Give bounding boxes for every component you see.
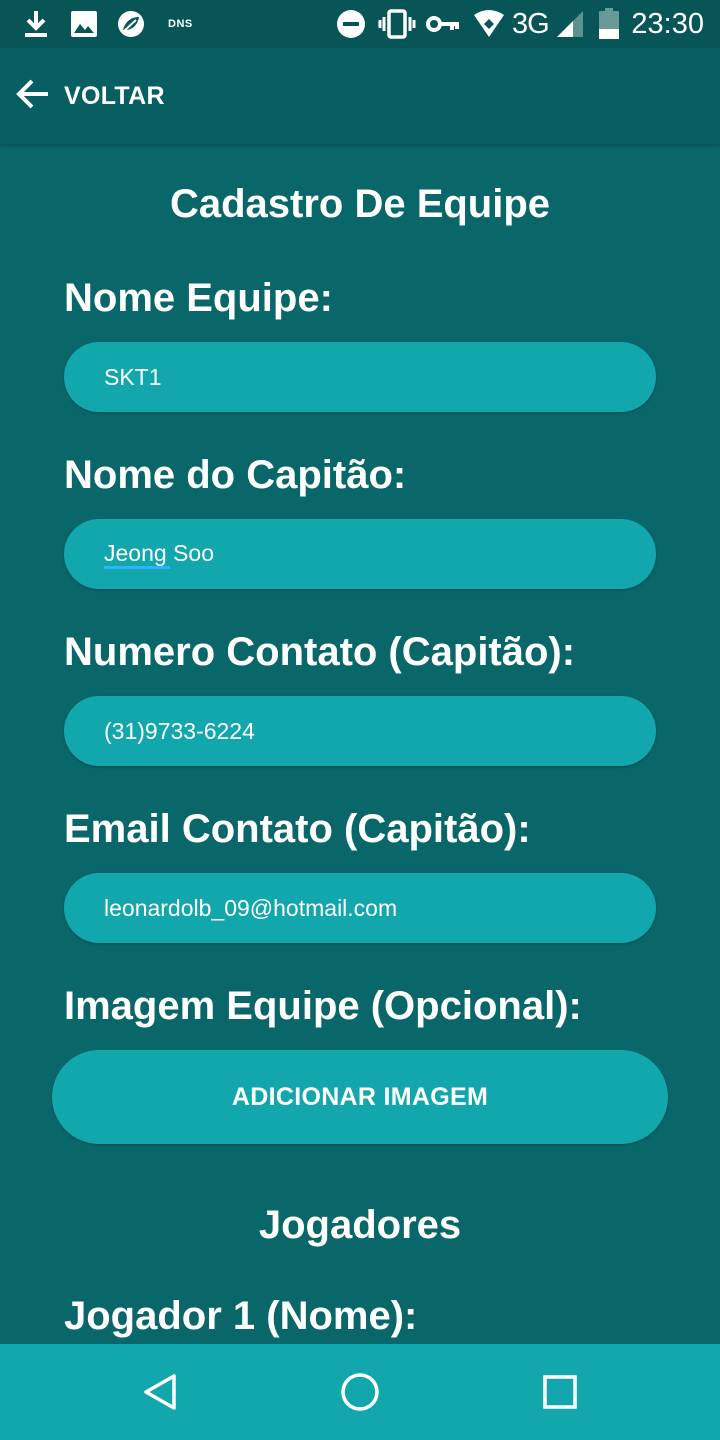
- players-section-title: Jogadores: [258, 1203, 462, 1247]
- dns-label: DNS: [168, 18, 193, 30]
- dns-icon: DNS: [168, 8, 193, 40]
- captain-email-value: leonardolb_09@hotmail.com: [104, 894, 398, 921]
- team-name-label: Nome Equipe:: [64, 276, 333, 320]
- add-image-button[interactable]: ADICIONAR IMAGEM: [52, 1050, 668, 1144]
- leaf-icon: [116, 8, 146, 40]
- signal-icon: [556, 8, 584, 40]
- app-bar: VOLTAR: [0, 48, 720, 144]
- captain-phone-label: Numero Contato (Capitão):: [64, 630, 576, 674]
- captain-phone-value: (31)9733-6224: [104, 717, 255, 744]
- wifi-icon: [472, 8, 506, 40]
- form-content: Cadastro De Equipe Nome Equipe: SKT1 Nom…: [0, 144, 720, 1344]
- navigation-bar: [0, 1344, 720, 1440]
- back-triangle-icon[interactable]: [136, 1368, 184, 1416]
- network-type: 3G: [512, 7, 550, 40]
- vibrate-icon: [378, 8, 416, 40]
- captain-name-label: Nome do Capitão:: [64, 453, 407, 497]
- captain-phone-input[interactable]: (31)9733-6224: [64, 696, 656, 766]
- team-name-input[interactable]: SKT1: [64, 342, 656, 412]
- app-root: DNS 3G 23:30 VOLTAR Cadastro De Equipe N…: [0, 0, 720, 1440]
- network-label: 3G: [512, 7, 550, 40]
- back-label: VOLTAR: [64, 81, 165, 110]
- captain-name-value: Jeong Soo: [104, 539, 214, 569]
- captain-email-label: Email Contato (Capitão):: [64, 807, 531, 851]
- team-name-value: SKT1: [104, 363, 162, 390]
- back-button[interactable]: VOLTAR: [16, 72, 165, 120]
- download-icon: [22, 8, 50, 40]
- arrow-back-icon: [16, 78, 50, 115]
- vpn-key-icon: [426, 8, 460, 40]
- captain-email-input[interactable]: leonardolb_09@hotmail.com: [64, 873, 656, 943]
- page-title: Cadastro De Equipe: [169, 182, 551, 226]
- status-bar: DNS 3G 23:30: [0, 0, 720, 48]
- team-image-label: Imagem Equipe (Opcional):: [64, 984, 582, 1028]
- battery-icon: [598, 8, 620, 40]
- captain-name-input[interactable]: Jeong Soo: [64, 519, 656, 589]
- recents-square-icon[interactable]: [536, 1368, 584, 1416]
- home-circle-icon[interactable]: [336, 1368, 384, 1416]
- do-not-disturb-icon: [336, 8, 366, 40]
- status-time: 23:30: [631, 8, 704, 40]
- image-icon: [70, 8, 98, 40]
- player1-name-label: Jogador 1 (Nome):: [64, 1294, 418, 1338]
